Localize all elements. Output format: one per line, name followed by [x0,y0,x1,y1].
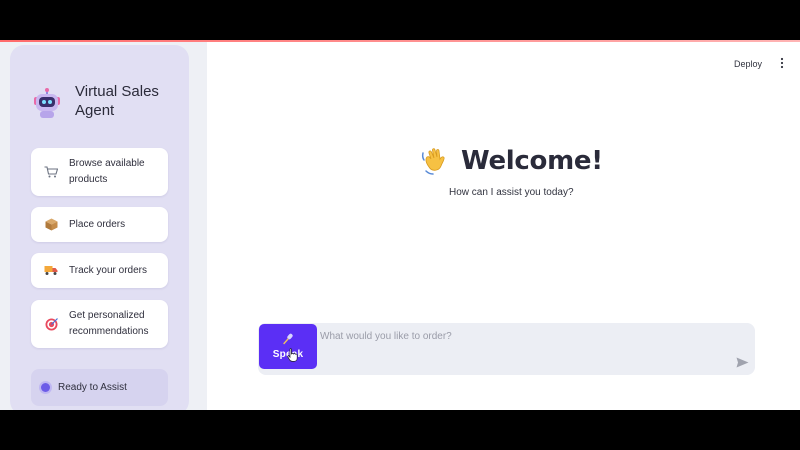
feature-label: Place orders [69,218,126,230]
feature-browse-products[interactable]: Browse available products [31,148,168,196]
feature-place-orders[interactable]: Place orders [31,207,168,242]
target-icon [43,316,59,332]
shopping-cart-icon [43,164,59,180]
sidebar: Virtual Sales Agent Browse available pro… [10,45,189,410]
robot-icon [34,88,60,118]
hand-cursor-icon [287,348,298,362]
feature-label: Browse available products [69,158,145,185]
feature-label: Get personalized recommendations [69,310,149,337]
page-subtitle: How can I assist you today? [449,187,574,198]
chat-input[interactable] [320,328,720,344]
app-window: Virtual Sales Agent Browse available pro… [0,40,800,410]
feature-recommendations[interactable]: Get personalized recommendations [31,300,168,348]
page-title: Welcome! [461,146,603,176]
app-title: Virtual Sales Agent [75,83,159,119]
status-dot-icon [41,383,50,392]
package-icon [43,217,59,233]
status-badge: Ready to Assist [31,369,168,406]
chat-input-area: Speak [258,323,755,375]
send-icon[interactable] [736,357,749,368]
feature-label: Track your orders [69,264,147,276]
delivery-truck-icon [43,263,59,279]
waving-hand-icon [421,148,445,175]
microphone-icon [283,333,293,345]
deploy-button[interactable]: Deploy [730,57,766,71]
welcome-heading: Welcome! [420,143,603,179]
feature-track-orders[interactable]: Track your orders [31,253,168,288]
brand: Virtual Sales Agent [32,83,192,123]
speak-button[interactable]: Speak [259,324,317,369]
more-options-icon[interactable] [779,57,785,69]
status-label: Ready to Assist [58,382,127,393]
sidebar-area: Virtual Sales Agent Browse available pro… [0,42,207,410]
